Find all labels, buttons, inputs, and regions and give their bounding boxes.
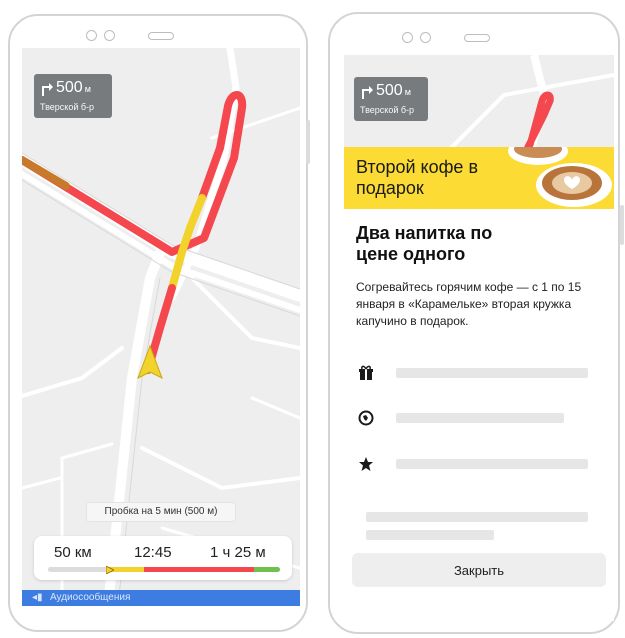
detail-placeholder-3	[396, 459, 588, 469]
right-phone-side-button	[620, 205, 624, 245]
offer-card: Два напитка по цене одного Согревайтесь …	[344, 209, 614, 621]
coffee-cups-image	[508, 147, 612, 207]
maneuver-distance-unit: м	[84, 84, 91, 94]
globe-icon	[358, 410, 374, 426]
remaining-time: 1 ч 25 м	[210, 544, 266, 561]
offer-title: Два напитка по цене одного	[356, 223, 493, 264]
maneuver-distance: 500 м	[56, 79, 91, 97]
promo-banner-title: Второй кофе в подарок	[356, 157, 479, 198]
front-camera-icon	[402, 32, 413, 43]
left-phone-side-button	[306, 120, 310, 164]
maneuver-street: Тверской б-р	[40, 102, 95, 112]
speaker-grille-icon	[464, 34, 490, 42]
maneuver-card: 500 м Тверской б-р	[354, 77, 428, 121]
maneuver-card: 500 м Тверской б-р	[34, 74, 112, 118]
detail-placeholder-1	[396, 368, 588, 378]
audio-messages-icon: ◂▮	[32, 592, 43, 603]
turn-right-icon	[362, 86, 373, 99]
route-progress-bar	[48, 567, 280, 572]
offer-description: Согревайтесь горячим кофе — с 1 по 15 ян…	[356, 280, 582, 328]
gift-icon	[359, 365, 373, 380]
maneuver-distance-value: 500	[56, 79, 83, 96]
audio-messages-label: Аудиосообщения	[50, 592, 131, 603]
text-placeholder-line-2	[366, 530, 494, 540]
detail-placeholder-2	[396, 413, 564, 423]
front-sensor-icon	[420, 32, 431, 43]
front-sensor-icon	[104, 30, 115, 41]
navigator-screen: 500 м Тверской б-р Пробка на 5 мин (500 …	[22, 48, 300, 606]
close-button[interactable]: Закрыть	[352, 553, 606, 587]
promo-banner[interactable]: Второй кофе в подарок	[344, 147, 614, 209]
arrival-time: 12:45	[134, 544, 172, 561]
promo-screen: 500 м Тверской б-р Второй кофе в подарок…	[344, 55, 614, 621]
maneuver-distance: 500 м	[376, 82, 411, 100]
front-camera-icon	[86, 30, 97, 41]
audio-messages-bar[interactable]: ◂▮ Аудиосообщения	[22, 590, 300, 606]
traffic-notice[interactable]: Пробка на 5 мин (500 м)	[86, 502, 236, 522]
speaker-grille-icon	[148, 32, 174, 40]
progress-marker-icon	[106, 566, 114, 574]
maneuver-distance-value: 500	[376, 82, 403, 99]
star-icon	[359, 457, 373, 471]
turn-right-icon	[42, 83, 53, 96]
navigation-map[interactable]	[22, 48, 300, 606]
text-placeholder-line-1	[366, 512, 588, 522]
remaining-distance: 50 км	[54, 544, 92, 561]
maneuver-street: Тверской б-р	[360, 105, 415, 115]
maneuver-distance-unit: м	[404, 87, 411, 97]
trip-summary-panel[interactable]: 50 км 12:45 1 ч 25 м	[34, 536, 292, 580]
